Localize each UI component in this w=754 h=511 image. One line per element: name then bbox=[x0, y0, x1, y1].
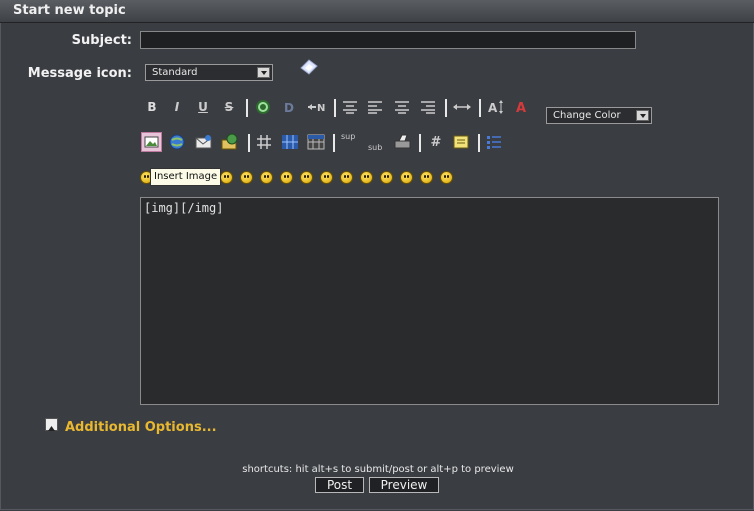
smiley-icon[interactable] bbox=[420, 171, 433, 184]
additional-options-toggle[interactable] bbox=[45, 418, 58, 431]
font-color-icon[interactable]: A bbox=[514, 99, 530, 115]
table-icon[interactable] bbox=[256, 134, 272, 150]
bold-button[interactable]: B bbox=[142, 97, 162, 117]
smiley-icon[interactable] bbox=[360, 171, 373, 184]
svg-text:D: D bbox=[284, 101, 294, 115]
horizontal-rule-icon[interactable] bbox=[452, 101, 472, 113]
list-icon[interactable] bbox=[486, 134, 502, 150]
smiley-icon[interactable] bbox=[340, 171, 353, 184]
toolbar-separator bbox=[246, 99, 248, 117]
message-icon-selected: Standard bbox=[152, 67, 198, 78]
link-globe-icon[interactable] bbox=[168, 133, 188, 151]
additional-options-link[interactable]: Additional Options... bbox=[65, 420, 217, 435]
image-icon bbox=[144, 136, 159, 148]
svg-text:A: A bbox=[516, 101, 526, 115]
smiley-icon[interactable] bbox=[260, 171, 273, 184]
ftp-icon[interactable] bbox=[220, 133, 240, 151]
chevron-down-icon[interactable] bbox=[636, 110, 649, 121]
email-icon[interactable] bbox=[194, 133, 214, 151]
strike-button[interactable]: S bbox=[219, 97, 239, 117]
smiley-icon[interactable] bbox=[440, 171, 453, 184]
code-button[interactable]: # bbox=[426, 133, 446, 153]
subject-input[interactable] bbox=[140, 31, 636, 49]
font-size-icon[interactable]: A bbox=[487, 99, 505, 115]
underline-button[interactable]: U bbox=[193, 97, 213, 117]
table-column-icon[interactable] bbox=[307, 134, 325, 150]
message-icon-preview bbox=[300, 59, 318, 75]
italic-button[interactable]: I bbox=[167, 97, 187, 117]
align-right-icon[interactable] bbox=[420, 100, 436, 114]
change-color-select[interactable]: Change Color bbox=[546, 107, 652, 124]
subscript-button[interactable]: sub bbox=[368, 143, 382, 152]
toolbar-separator bbox=[333, 134, 335, 152]
chevron-down-icon[interactable] bbox=[257, 67, 270, 78]
svg-text:A: A bbox=[488, 101, 498, 115]
superscript-button[interactable]: sup bbox=[341, 132, 355, 141]
preview-button[interactable]: Preview bbox=[369, 477, 439, 493]
align-center-icon[interactable] bbox=[394, 100, 410, 114]
glow-text-icon[interactable] bbox=[255, 99, 271, 115]
smiley-icon[interactable] bbox=[380, 171, 393, 184]
marquee-icon[interactable]: N bbox=[306, 99, 326, 115]
smiley-icon[interactable] bbox=[220, 171, 233, 184]
chevron-up-icon bbox=[48, 426, 55, 431]
smiley-icon[interactable] bbox=[400, 171, 413, 184]
table-row-icon[interactable] bbox=[281, 134, 299, 150]
smiley-icon[interactable] bbox=[240, 171, 253, 184]
teletype-icon[interactable] bbox=[393, 133, 413, 151]
header-bar: Start new topic bbox=[0, 0, 754, 23]
insert-image-button[interactable] bbox=[141, 132, 162, 152]
toolbar-separator bbox=[334, 99, 336, 117]
align-left-icon[interactable] bbox=[367, 100, 383, 114]
toolbar-separator bbox=[445, 99, 447, 117]
subject-label: Subject: bbox=[71, 33, 132, 48]
smiley-icon[interactable] bbox=[320, 171, 333, 184]
preformatted-icon[interactable] bbox=[342, 100, 358, 114]
toolbar-separator bbox=[478, 134, 480, 152]
change-color-label: Change Color bbox=[553, 110, 621, 121]
shadow-text-icon[interactable]: D bbox=[281, 99, 297, 115]
message-icon-select[interactable]: Standard bbox=[145, 64, 273, 81]
smiley-icon[interactable] bbox=[300, 171, 313, 184]
svg-text:N: N bbox=[317, 103, 325, 114]
smiley-icon[interactable] bbox=[280, 171, 293, 184]
shortcuts-hint: shortcuts: hit alt+s to submit/post or a… bbox=[242, 464, 514, 475]
toolbar-separator bbox=[479, 99, 481, 117]
toolbar-separator bbox=[248, 134, 250, 152]
message-textarea[interactable]: [img][/img] bbox=[140, 197, 719, 405]
post-button[interactable]: Post bbox=[315, 477, 364, 493]
message-icon-label: Message icon: bbox=[27, 66, 132, 81]
toolbar-separator bbox=[419, 134, 421, 152]
quote-icon[interactable] bbox=[453, 134, 469, 150]
insert-image-tooltip: Insert Image bbox=[150, 168, 222, 186]
page-title: Start new topic bbox=[13, 3, 126, 18]
